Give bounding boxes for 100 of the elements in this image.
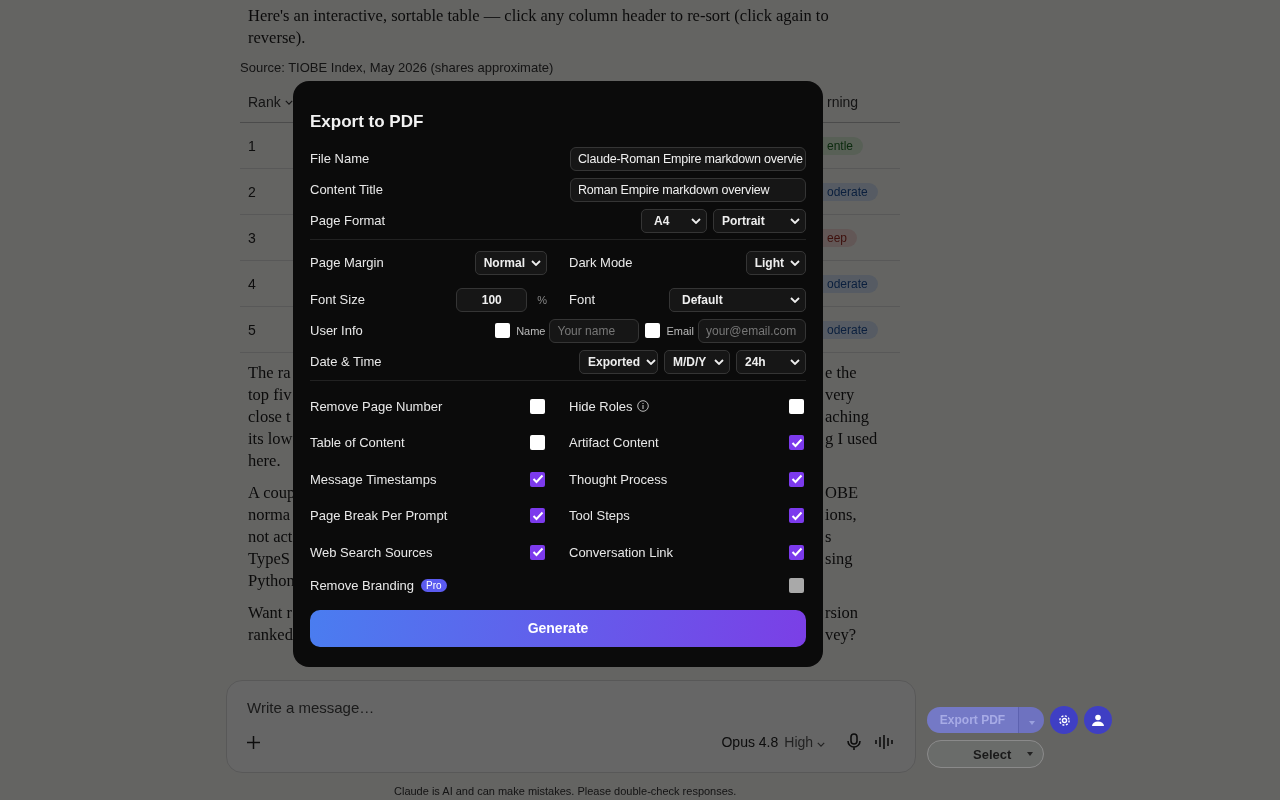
checkbox[interactable] — [530, 471, 545, 487]
chevron-down-icon — [790, 217, 800, 224]
dropdown[interactable]: Normal — [474, 250, 547, 275]
plus-icon[interactable] — [247, 735, 260, 749]
field-label: Date & Time — [310, 354, 382, 369]
table-cell: 1 — [248, 137, 256, 154]
dropdown[interactable]: Light — [745, 250, 806, 275]
checkbox[interactable] — [530, 508, 545, 524]
chevron-down-icon — [646, 358, 656, 365]
chevron-down-icon — [790, 296, 800, 303]
unit-label: % — [537, 293, 547, 306]
profile-button[interactable] — [1084, 706, 1112, 734]
gear-icon — [1057, 713, 1071, 727]
tag: oderate — [823, 320, 878, 339]
waveform-icon[interactable] — [875, 734, 895, 750]
option-label: Artifact Content — [569, 435, 659, 451]
option-label: Page Break Per Prompt — [310, 508, 448, 524]
checkbox[interactable] — [530, 544, 545, 560]
field-label: User Info — [310, 323, 363, 338]
paragraph-fragment: very — [825, 385, 855, 405]
input-field[interactable]: Your name — [549, 318, 640, 343]
input-field[interactable]: Claude-Roman Empire markdown overvie — [570, 146, 806, 171]
paragraph-fragment: e the — [825, 363, 857, 383]
chevron-down-icon — [284, 99, 293, 105]
dropdown[interactable]: 24h — [736, 349, 806, 374]
option-label: Hide Roles — [569, 398, 633, 414]
option-label: Message Timestamps — [310, 471, 437, 487]
dropdown[interactable]: Default — [669, 287, 806, 312]
field-label: Font Size — [310, 292, 365, 307]
option-label: Conversation Link — [569, 544, 674, 560]
checkbox[interactable] — [789, 398, 804, 414]
tag: eep — [823, 228, 858, 247]
paragraph-fragment: s — [825, 527, 832, 547]
paragraph-fragment: ions, — [825, 505, 857, 525]
table-cell: 3 — [248, 229, 256, 246]
user-icon — [1092, 714, 1104, 726]
chevron-down-icon — [817, 742, 825, 747]
paragraph-fragment: its low — [248, 429, 293, 450]
tag: oderate — [823, 182, 878, 201]
tag: oderate — [823, 274, 878, 293]
option-label: Remove Page Number — [310, 398, 443, 414]
microphone-icon[interactable] — [847, 733, 861, 751]
paragraph-fragment: sing — [825, 549, 853, 569]
input-field[interactable]: your@email.com — [698, 318, 806, 343]
generate-button[interactable]: Generate — [310, 609, 806, 647]
option-label: Web Search Sources — [310, 544, 433, 560]
caret-icon — [1027, 752, 1033, 756]
checkbox[interactable] — [789, 508, 804, 524]
table-cell: 5 — [248, 321, 256, 338]
paragraph-fragment: OBE — [825, 483, 858, 503]
field-label: Content Title — [310, 182, 383, 197]
checkbox-label: Name — [516, 324, 546, 337]
paragraph-fragment: here. — [248, 451, 281, 472]
disclaimer: Claude is AI and can make mistakes. Please double-check responses. — [394, 785, 737, 797]
checkbox[interactable] — [530, 398, 545, 414]
dropdown[interactable]: M/D/Y — [664, 349, 730, 374]
chevron-down-icon — [531, 259, 541, 266]
field-label: Page Format — [310, 213, 386, 228]
paragraph-fragment: Python — [248, 571, 295, 592]
dropdown[interactable]: Exported — [579, 349, 658, 374]
paragraph-fragment: norma — [248, 505, 291, 526]
checkbox[interactable] — [530, 435, 545, 451]
dialog-title: Export to PDF — [310, 112, 425, 132]
pro-badge: Pro — [421, 579, 447, 592]
chevron-down-icon — [714, 358, 724, 365]
chevron-down-icon — [790, 358, 800, 365]
checkbox[interactable] — [645, 323, 661, 338]
chevron-down-icon — [691, 217, 701, 224]
settings-button[interactable] — [1050, 706, 1078, 734]
paragraph: Here's an interactive, sortable table — click any column header to re-sort (click again to reverse). — [248, 5, 830, 49]
message-placeholder: Write a message… — [247, 699, 376, 716]
dropdown[interactable]: A4 — [641, 208, 707, 233]
paragraph-fragment: close t — [248, 407, 291, 428]
input-field[interactable]: Roman Empire markdown overview — [570, 177, 806, 202]
field-label: File Name — [310, 151, 370, 166]
checkbox-label: Email — [666, 324, 694, 337]
dropdown[interactable]: Portrait — [713, 208, 806, 233]
chevron-down-icon — [790, 259, 800, 266]
table-cell: 4 — [248, 275, 256, 292]
paragraph-fragment: ranked — [248, 625, 293, 646]
checkbox[interactable] — [789, 435, 804, 451]
input-field[interactable]: 100 — [456, 287, 528, 312]
field-label: Font — [569, 292, 595, 307]
paragraph-fragment: not act — [248, 527, 293, 548]
paragraph-fragment: aching — [825, 407, 869, 427]
paragraph-fragment: vey? — [825, 625, 857, 645]
paragraph-fragment: TypeS — [248, 549, 290, 570]
paragraph-fragment: g I used — [825, 429, 878, 449]
table-cell: 2 — [248, 183, 256, 200]
option-label: Thought Process — [569, 471, 668, 487]
option-label: Table of Content — [310, 435, 405, 451]
checkbox[interactable] — [789, 471, 804, 487]
paragraph-fragment: top fiv — [248, 385, 292, 406]
source-note: Source: TIOBE Index, May 2026 (shares approximate) — [240, 60, 555, 75]
field-label: Page Margin — [310, 255, 384, 270]
checkbox[interactable] — [495, 323, 511, 338]
option-label: Remove Branding — [310, 578, 415, 593]
option-label: Tool Steps — [569, 508, 630, 524]
checkbox[interactable] — [789, 544, 804, 560]
paragraph-fragment: rsion — [825, 603, 858, 623]
